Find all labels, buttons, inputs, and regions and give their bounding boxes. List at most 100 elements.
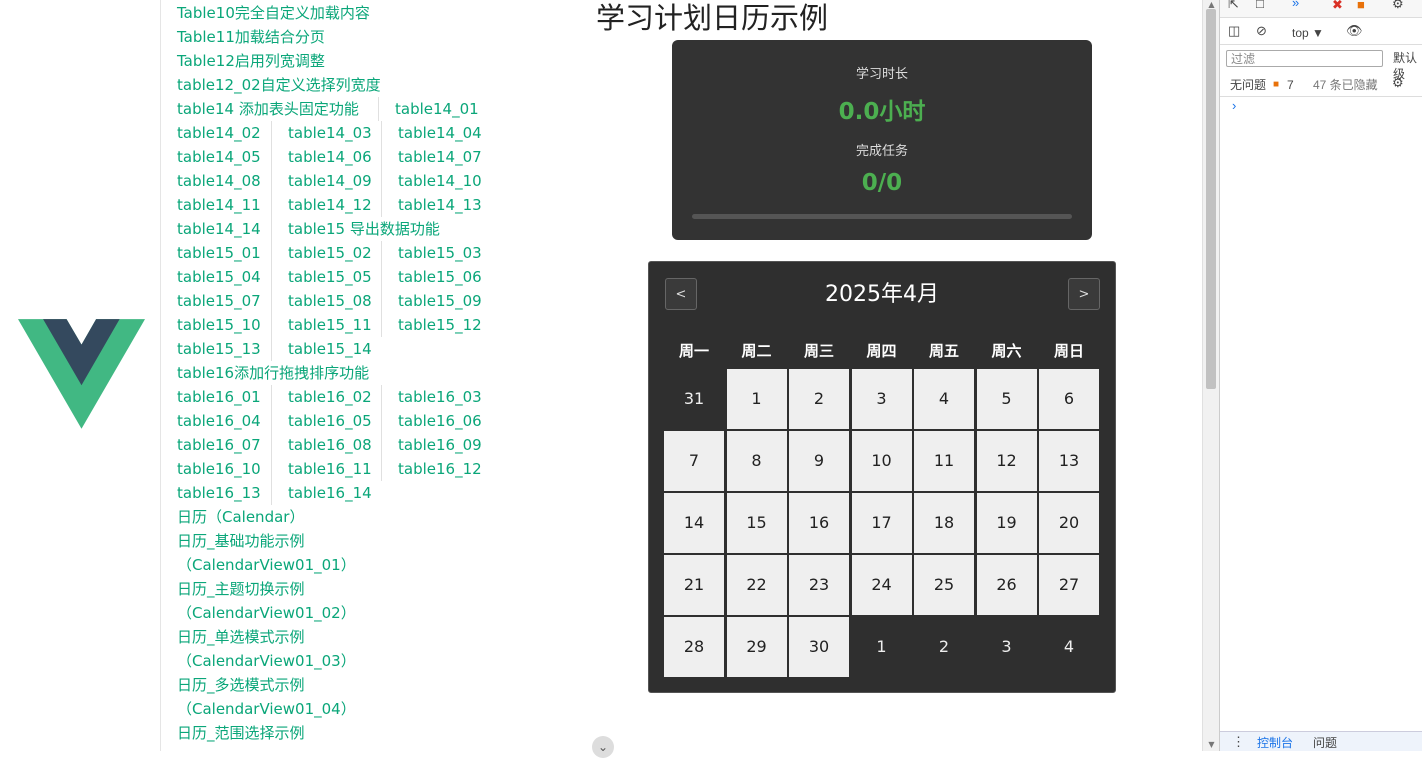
calendar-day[interactable]: 17 xyxy=(851,493,912,553)
more-tabs-icon[interactable]: » xyxy=(1292,0,1299,11)
inspect-icon[interactable]: ⇱ xyxy=(1228,0,1239,12)
context-select[interactable]: top ▼ xyxy=(1292,25,1324,41)
calendar-day-other-month[interactable]: 3 xyxy=(977,617,1037,677)
nav-link[interactable]: 日历（Calendar） xyxy=(177,506,304,528)
nav-link[interactable]: table16_03 xyxy=(398,386,482,408)
nav-link[interactable]: table15_01 xyxy=(177,242,261,264)
nav-link[interactable]: table14 添加表头固定功能 xyxy=(177,98,359,120)
nav-link[interactable]: table15_06 xyxy=(398,266,482,288)
nav-link[interactable]: 日历_基础功能示例 xyxy=(177,530,305,552)
nav-link[interactable]: table14_08 xyxy=(177,170,261,192)
nav-link[interactable]: table15_09 xyxy=(398,290,482,312)
tab-console[interactable]: 控制台 xyxy=(1257,735,1293,751)
nav-link[interactable]: table16_09 xyxy=(398,434,482,456)
nav-link[interactable]: table16添加行拖拽排序功能 xyxy=(177,362,369,384)
nav-link[interactable]: table14_12 xyxy=(288,194,372,216)
nav-link[interactable]: Table11加载结合分页 xyxy=(177,26,325,48)
nav-link[interactable]: table16_02 xyxy=(288,386,372,408)
console-prompt-row[interactable]: › xyxy=(1220,98,1422,116)
nav-link[interactable]: table15_08 xyxy=(288,290,372,312)
nav-link[interactable]: table16_04 xyxy=(177,410,261,432)
calendar-day[interactable]: 25 xyxy=(914,555,974,615)
calendar-day[interactable]: 3 xyxy=(851,369,912,429)
calendar-day[interactable]: 28 xyxy=(664,617,724,677)
calendar-day[interactable]: 9 xyxy=(789,431,849,491)
scrollbar-thumb[interactable] xyxy=(1206,9,1216,389)
calendar-day[interactable]: 21 xyxy=(664,555,724,615)
warning-icon[interactable]: ■ xyxy=(1357,0,1365,13)
calendar-day[interactable]: 1 xyxy=(726,369,787,429)
nav-link[interactable]: （CalendarView01_02） xyxy=(177,602,356,624)
calendar-day[interactable]: 29 xyxy=(726,617,787,677)
calendar-day[interactable]: 7 xyxy=(664,431,724,491)
nav-link[interactable]: table14_09 xyxy=(288,170,372,192)
next-month-button[interactable]: > xyxy=(1068,278,1100,310)
nav-link[interactable]: table14_10 xyxy=(398,170,482,192)
nav-link[interactable]: table15_02 xyxy=(288,242,372,264)
calendar-day[interactable]: 13 xyxy=(1039,431,1099,491)
nav-link[interactable]: table15_11 xyxy=(288,314,372,336)
nav-link[interactable]: table16_01 xyxy=(177,386,261,408)
calendar-day-other-month[interactable]: 4 xyxy=(1039,617,1099,677)
nav-link[interactable]: table15_13 xyxy=(177,338,261,360)
filter-input[interactable]: 过滤 xyxy=(1226,50,1383,67)
tab-issues[interactable]: 问题 xyxy=(1313,735,1337,751)
calendar-day[interactable]: 26 xyxy=(976,555,1037,615)
nav-link[interactable]: table14_02 xyxy=(177,122,261,144)
nav-link[interactable]: table16_10 xyxy=(177,458,261,480)
nav-link[interactable]: table16_06 xyxy=(398,410,482,432)
nav-link[interactable]: table15 导出数据功能 xyxy=(288,218,440,240)
calendar-day[interactable]: 4 xyxy=(914,369,974,429)
nav-link[interactable]: table16_11 xyxy=(288,458,372,480)
nav-link[interactable]: table14_11 xyxy=(177,194,261,216)
nav-link[interactable]: 日历_多选模式示例 xyxy=(177,674,305,696)
nav-link[interactable]: Table10完全自定义加载内容 xyxy=(177,2,370,24)
calendar-day[interactable]: 20 xyxy=(1039,493,1099,553)
calendar-day[interactable]: 5 xyxy=(976,369,1037,429)
nav-link[interactable]: table12_02自定义选择列宽度 xyxy=(177,74,381,96)
calendar-day-other-month[interactable]: 2 xyxy=(914,617,974,677)
error-icon[interactable]: ✖ xyxy=(1332,0,1343,13)
nav-link[interactable]: 日历_范围选择示例 xyxy=(177,722,305,744)
calendar-day[interactable]: 12 xyxy=(976,431,1037,491)
calendar-day[interactable]: 23 xyxy=(789,555,849,615)
device-toggle-icon[interactable]: □ xyxy=(1256,0,1264,12)
clear-console-icon[interactable]: ⊘ xyxy=(1256,23,1267,39)
calendar-day[interactable]: 18 xyxy=(914,493,974,553)
nav-link[interactable]: table14_07 xyxy=(398,146,482,168)
nav-link[interactable]: table15_12 xyxy=(398,314,482,336)
nav-link[interactable]: table16_05 xyxy=(288,410,372,432)
nav-link[interactable]: Table12启用列宽调整 xyxy=(177,50,325,72)
page-scrollbar[interactable]: ▲ ▼ xyxy=(1202,0,1219,751)
calendar-day[interactable]: 16 xyxy=(789,493,849,553)
calendar-day[interactable]: 2 xyxy=(789,369,849,429)
nav-link[interactable]: table16_08 xyxy=(288,434,372,456)
sidebar-toggle-icon[interactable]: ◫ xyxy=(1228,23,1240,39)
issue-count[interactable]: 7 xyxy=(1287,77,1294,93)
nav-link[interactable]: table15_10 xyxy=(177,314,261,336)
nav-link[interactable]: table14_01 xyxy=(395,98,479,120)
nav-link[interactable]: 日历_主题切换示例 xyxy=(177,578,305,600)
nav-link[interactable]: table14_13 xyxy=(398,194,482,216)
nav-link[interactable]: table16_13 xyxy=(177,482,261,504)
nav-link[interactable]: （CalendarView01_04） xyxy=(177,698,356,720)
nav-link[interactable]: table15_07 xyxy=(177,290,261,312)
calendar-day[interactable]: 8 xyxy=(726,431,787,491)
nav-link[interactable]: table15_03 xyxy=(398,242,482,264)
nav-link[interactable]: table16_07 xyxy=(177,434,261,456)
settings-gear-icon[interactable]: ⚙ xyxy=(1392,0,1404,12)
nav-link[interactable]: table14_04 xyxy=(398,122,482,144)
nav-link[interactable]: table14_14 xyxy=(177,218,261,240)
nav-link[interactable]: table15_05 xyxy=(288,266,372,288)
console-settings-icon[interactable]: ⚙ xyxy=(1392,75,1404,91)
nav-link[interactable]: table15_14 xyxy=(288,338,372,360)
calendar-day[interactable]: 22 xyxy=(726,555,787,615)
scroll-up-icon[interactable]: ▲ xyxy=(1203,0,1220,9)
nav-link[interactable]: table15_04 xyxy=(177,266,261,288)
calendar-day[interactable]: 15 xyxy=(726,493,787,553)
drawer-menu-icon[interactable]: ⋮ xyxy=(1232,734,1245,750)
scroll-down-icon[interactable]: ▼ xyxy=(1203,740,1220,749)
calendar-day[interactable]: 27 xyxy=(1039,555,1099,615)
calendar-day[interactable]: 14 xyxy=(664,493,724,553)
nav-link[interactable]: 日历_单选模式示例 xyxy=(177,626,305,648)
